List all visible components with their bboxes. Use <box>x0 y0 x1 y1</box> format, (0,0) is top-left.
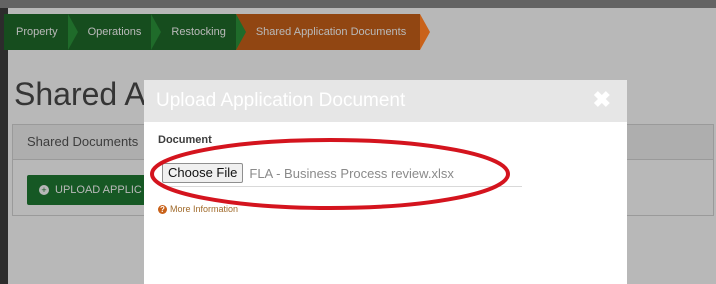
close-icon[interactable]: ✖ <box>593 89 611 111</box>
modal-title: Upload Application Document <box>156 90 406 111</box>
modal-header: Upload Application Document ✖ <box>144 80 627 122</box>
selected-file-name: FLA - Business Process review.xlsx <box>249 165 454 181</box>
choose-file-button[interactable]: Choose File <box>162 163 244 183</box>
info-icon: ? <box>158 204 167 214</box>
document-file-input[interactable]: Choose File FLA - Business Process revie… <box>162 160 522 187</box>
document-field-label: Document <box>158 134 212 146</box>
more-information-label: More Information <box>170 204 239 214</box>
more-information-link[interactable]: ? More Information <box>158 204 238 214</box>
upload-modal: Upload Application Document ✖ Document C… <box>144 80 627 284</box>
